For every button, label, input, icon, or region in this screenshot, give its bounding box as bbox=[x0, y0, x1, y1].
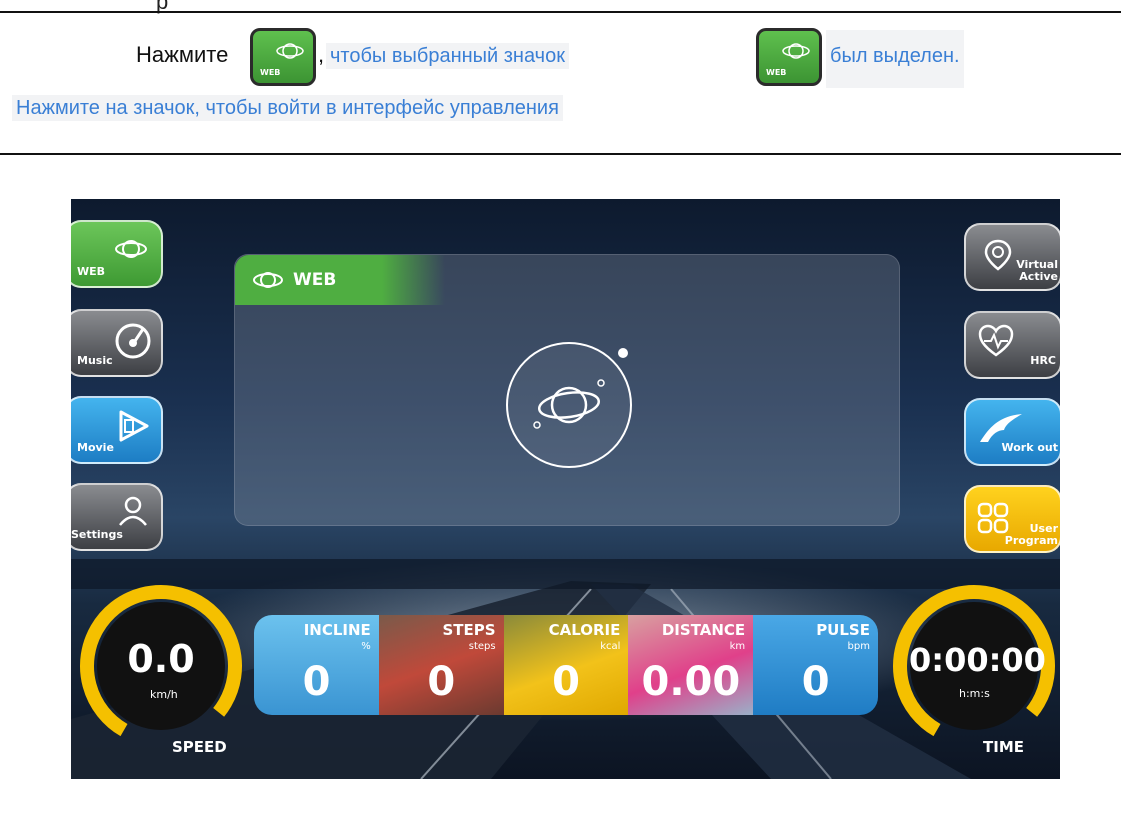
speed-unit: km/h bbox=[150, 688, 178, 701]
time-label: TIME bbox=[983, 738, 1024, 756]
stat-incline-title: INCLINE bbox=[303, 621, 371, 639]
time-value: 0:00:00 bbox=[909, 641, 1046, 679]
menu-movie-label: Movie bbox=[77, 441, 114, 454]
stat-calorie: CALORIE kcal 0 bbox=[503, 615, 629, 715]
menu-hrc-label: HRC bbox=[1030, 354, 1056, 367]
menu-virtual-active-button[interactable]: Virtual Active bbox=[964, 223, 1060, 291]
mini-icon-label: WEB bbox=[260, 68, 281, 77]
web-launch-button[interactable] bbox=[497, 333, 647, 473]
instruction-end: был выделен. bbox=[826, 30, 964, 88]
stat-distance-title: DISTANCE bbox=[661, 621, 746, 639]
stat-steps-value: 0 bbox=[427, 659, 456, 705]
time-gauge: 0:00:00 h:m:s bbox=[889, 581, 1059, 751]
instruction-line2: Нажмите на значок, чтобы войти в интерфе… bbox=[12, 95, 563, 121]
speed-value: 0.0 bbox=[127, 637, 195, 681]
stat-distance: DISTANCE km 0.00 bbox=[628, 615, 754, 715]
speed-gauge: 0.0 km/h bbox=[76, 581, 246, 751]
planet-icon bbox=[115, 240, 147, 258]
menu-hrc-button[interactable]: HRC bbox=[964, 311, 1060, 379]
stat-steps: STEPS steps 0 bbox=[378, 615, 504, 715]
speed-label: SPEED bbox=[172, 738, 227, 756]
menu-settings-label: Settings bbox=[71, 528, 123, 541]
film-play-icon bbox=[119, 410, 149, 442]
web-panel-tab: WEB bbox=[235, 255, 445, 305]
web-mini-icon-1: WEB bbox=[250, 28, 316, 86]
mini-icon-label: WEB bbox=[766, 68, 787, 77]
stat-steps-unit: steps bbox=[468, 641, 496, 652]
planet-icon bbox=[253, 272, 283, 288]
menu-music-label: Music bbox=[77, 354, 113, 367]
stats-bar: INCLINE % 0 STEPS steps 0 CALORIE kcal 0… bbox=[254, 615, 878, 715]
stat-distance-value: 0.00 bbox=[641, 659, 741, 705]
menu-movie-button[interactable]: Movie bbox=[71, 396, 163, 464]
planet-icon bbox=[276, 43, 304, 59]
web-mini-icon-2: WEB bbox=[756, 28, 822, 86]
web-panel: WEB bbox=[234, 254, 900, 526]
treadmill-screen: WEB Music Movie Settings Virtual Active H… bbox=[71, 199, 1060, 779]
time-unit: h:m:s bbox=[959, 687, 990, 700]
menu-settings-button[interactable]: Settings bbox=[71, 483, 163, 551]
planet-icon bbox=[782, 43, 810, 59]
stat-incline-unit: % bbox=[361, 641, 371, 652]
menu-workout-button[interactable]: Work out bbox=[964, 398, 1060, 466]
stat-steps-title: STEPS bbox=[442, 621, 496, 639]
stat-pulse-unit: bpm bbox=[847, 641, 870, 652]
stat-distance-unit: km bbox=[729, 641, 746, 652]
stat-calorie-title: CALORIE bbox=[548, 621, 621, 639]
stat-calorie-value: 0 bbox=[552, 659, 581, 705]
stat-pulse-value: 0 bbox=[801, 659, 830, 705]
stat-calorie-unit: kcal bbox=[600, 641, 621, 652]
menu-music-button[interactable]: Music bbox=[71, 309, 163, 377]
user-settings-icon bbox=[119, 496, 147, 526]
map-pin-icon bbox=[984, 239, 1012, 271]
heart-pulse-icon bbox=[978, 324, 1014, 357]
middle-divider bbox=[0, 153, 1121, 155]
menu-user-label-2: Program bbox=[1004, 534, 1058, 547]
stat-pulse: PULSE bpm 0 bbox=[753, 615, 878, 715]
instruction-comma: , bbox=[318, 42, 325, 67]
music-disc-icon bbox=[115, 323, 151, 359]
menu-web-button[interactable]: WEB bbox=[71, 220, 163, 288]
instruction-prefix: Нажмите bbox=[136, 42, 229, 67]
top-divider bbox=[0, 11, 1121, 13]
wave-icon bbox=[980, 414, 1022, 442]
web-panel-title: WEB bbox=[293, 270, 337, 290]
stat-incline-value: 0 bbox=[302, 659, 331, 705]
stat-pulse-title: PULSE bbox=[816, 621, 870, 639]
menu-virtual-label-2: Active bbox=[1019, 270, 1058, 283]
menu-web-label: WEB bbox=[77, 265, 106, 278]
stat-incline: INCLINE % 0 bbox=[254, 615, 379, 715]
instruction-middle: чтобы выбранный значок bbox=[326, 43, 569, 69]
menu-workout-label: Work out bbox=[1001, 441, 1058, 454]
menu-user-program-button[interactable]: User Program bbox=[964, 485, 1060, 553]
